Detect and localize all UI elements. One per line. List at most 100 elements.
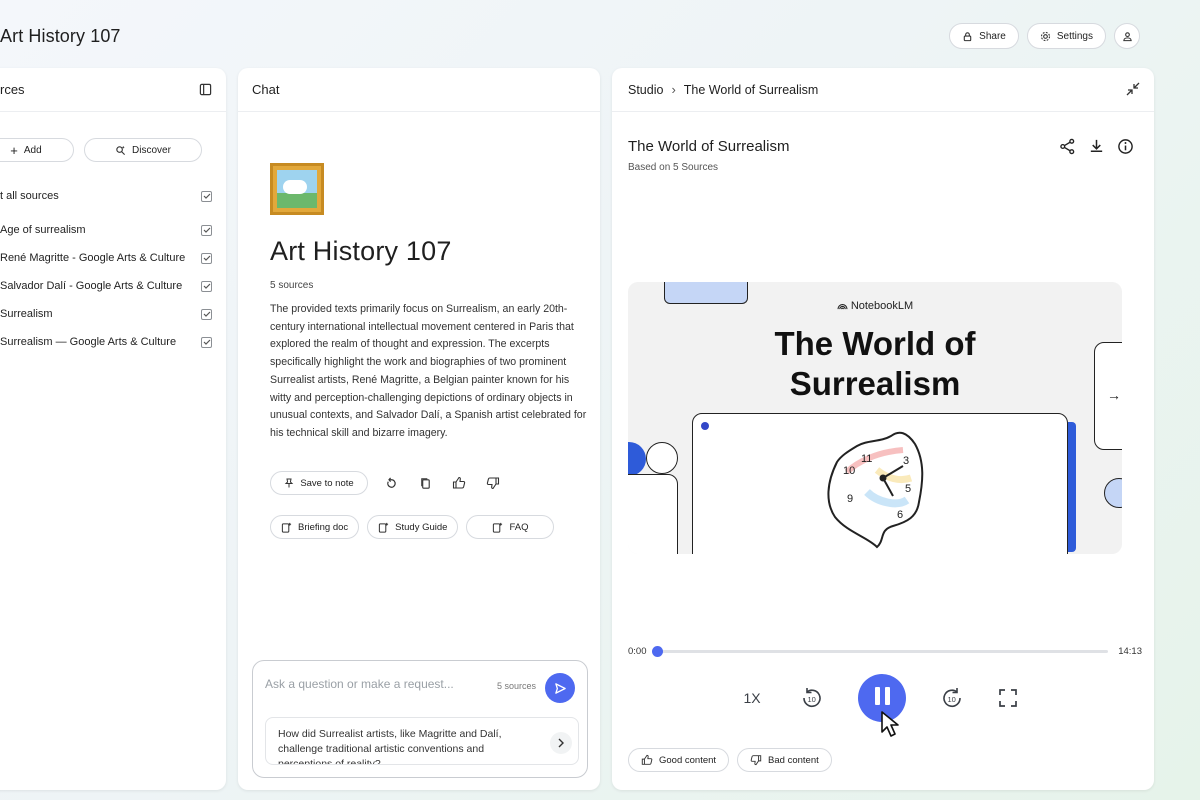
- suggested-question-text: How did Surrealist artists, like Magritt…: [278, 728, 502, 765]
- share-icon[interactable]: [1059, 138, 1076, 155]
- svg-text:5: 5: [905, 483, 911, 495]
- discover-label: Discover: [132, 144, 171, 156]
- svg-text:3: 3: [903, 455, 909, 467]
- notebooklm-logo-icon: [837, 304, 848, 310]
- refresh-icon: [386, 477, 396, 488]
- faq-button[interactable]: FAQ: [466, 515, 555, 539]
- thumbs-down-icon: [486, 477, 500, 490]
- account-button[interactable]: [1114, 23, 1140, 49]
- thumbs-up-icon: [452, 476, 466, 489]
- thumbs-down-button[interactable]: [482, 472, 504, 494]
- check-icon: [203, 339, 210, 345]
- collapse-button[interactable]: [1126, 82, 1140, 101]
- svg-text:11: 11: [861, 453, 872, 465]
- thumbs-up-button[interactable]: [448, 472, 470, 494]
- source-item[interactable]: René Magritte - Google Arts & Culture: [0, 244, 226, 272]
- decorative-shape: [1104, 478, 1122, 508]
- breadcrumb-root[interactable]: Studio: [628, 83, 663, 97]
- source-item[interactable]: Surrealism: [0, 300, 226, 328]
- source-buttons: + Add Discover: [0, 138, 226, 162]
- person-icon: [1122, 31, 1132, 41]
- checkbox[interactable]: [201, 308, 212, 320]
- notebook-emoji-frame: [270, 163, 324, 215]
- source-label: Age of surrealism: [0, 224, 86, 236]
- checkbox[interactable]: [201, 336, 212, 348]
- add-source-button[interactable]: + Add: [0, 138, 74, 162]
- audio-overview-title: The World of Surrealism: [628, 138, 790, 155]
- send-icon: [554, 682, 566, 694]
- svg-text:10: 10: [808, 695, 816, 704]
- preview-title-line2: Surrealism: [789, 365, 961, 402]
- thumbs-up-icon: [641, 754, 653, 765]
- app-title: Art History 107: [0, 26, 121, 46]
- summary-actions: Save to note: [270, 471, 504, 495]
- select-all-label: t all sources: [0, 190, 59, 202]
- svg-text:10: 10: [843, 465, 855, 477]
- source-list: t all sources Age of surrealism René Mag…: [0, 182, 226, 356]
- download-icon[interactable]: [1088, 138, 1105, 155]
- bad-content-button[interactable]: Bad content: [737, 748, 832, 772]
- next-slide-card[interactable]: →: [1094, 342, 1122, 450]
- info-icon[interactable]: [1117, 138, 1134, 155]
- studio-header: Studio › The World of Surrealism: [612, 68, 1154, 112]
- decorative-shape: [628, 442, 646, 476]
- note-label: FAQ: [509, 521, 529, 533]
- studio-panel: Studio › The World of Surrealism The Wor…: [612, 68, 1154, 790]
- chat-input[interactable]: [265, 677, 485, 691]
- suggestion-arrow-button[interactable]: [550, 732, 572, 754]
- seek-bar[interactable]: [651, 646, 1109, 657]
- checkbox[interactable]: [201, 252, 212, 264]
- panel-toggle-icon[interactable]: [199, 83, 212, 96]
- svg-text:6: 6: [897, 509, 903, 521]
- preview-title: The World of Surrealism: [628, 324, 1122, 404]
- studio-actions: [1059, 138, 1134, 155]
- select-all-row[interactable]: t all sources: [0, 182, 226, 210]
- source-item[interactable]: Age of surrealism: [0, 216, 226, 244]
- decorative-shape: [628, 474, 678, 554]
- rewind-10-icon[interactable]: 10: [800, 686, 824, 710]
- note-suggestions: Briefing doc Study Guide FAQ: [270, 515, 555, 539]
- share-button[interactable]: Share: [949, 23, 1019, 49]
- refresh-button[interactable]: [380, 472, 402, 494]
- send-button[interactable]: [545, 673, 575, 703]
- sources-title: rces: [0, 82, 25, 97]
- fullscreen-icon[interactable]: [998, 688, 1018, 708]
- audio-overview-subtitle: Based on 5 Sources: [628, 162, 719, 173]
- checkbox[interactable]: [201, 224, 212, 236]
- briefing-doc-button[interactable]: Briefing doc: [270, 515, 360, 539]
- checkbox[interactable]: [201, 190, 212, 202]
- check-icon: [203, 311, 210, 317]
- study-guide-button[interactable]: Study Guide: [367, 515, 459, 539]
- checkbox[interactable]: [201, 280, 212, 292]
- copy-button[interactable]: [414, 472, 436, 494]
- playback-speed-button[interactable]: 1X: [738, 690, 766, 706]
- preview-brand-label: NotebookLM: [850, 300, 914, 312]
- feedback-buttons: Good content Bad content: [628, 748, 832, 772]
- plus-icon: +: [10, 142, 18, 158]
- audio-player: 0:00 14:13 1X 10 10: [628, 646, 1142, 722]
- discover-button[interactable]: Discover: [84, 138, 202, 162]
- gear-icon: [1040, 31, 1050, 41]
- settings-button[interactable]: Settings: [1026, 23, 1106, 49]
- preview-title-line1: The World of: [774, 325, 976, 362]
- source-item[interactable]: Surrealism — Google Arts & Culture: [0, 328, 226, 356]
- source-item[interactable]: Salvador Dalí - Google Arts & Culture: [0, 272, 226, 300]
- bad-content-label: Bad content: [768, 754, 819, 766]
- check-icon: [203, 255, 210, 261]
- notebook-summary: The provided texts primarily focus on Su…: [270, 303, 587, 439]
- svg-text:10: 10: [948, 695, 956, 704]
- player-controls: 1X 10 10: [738, 674, 1018, 722]
- save-to-note-button[interactable]: Save to note: [270, 471, 368, 495]
- discover-icon: [116, 145, 126, 155]
- suggested-question[interactable]: How did Surrealist artists, like Magritt…: [265, 717, 579, 765]
- decorative-dot: [701, 422, 709, 430]
- melting-clock-icon: 10 11 3 5 6 9: [827, 431, 924, 549]
- source-count: 5 sources: [270, 280, 314, 291]
- chat-title: Chat: [252, 82, 280, 97]
- forward-10-icon[interactable]: 10: [940, 686, 964, 710]
- good-content-button[interactable]: Good content: [628, 748, 730, 772]
- source-label: Salvador Dalí - Google Arts & Culture: [0, 280, 183, 292]
- seek-knob[interactable]: [651, 646, 663, 657]
- preview-brand: NotebookLM: [628, 300, 1122, 312]
- settings-label: Settings: [1056, 30, 1093, 42]
